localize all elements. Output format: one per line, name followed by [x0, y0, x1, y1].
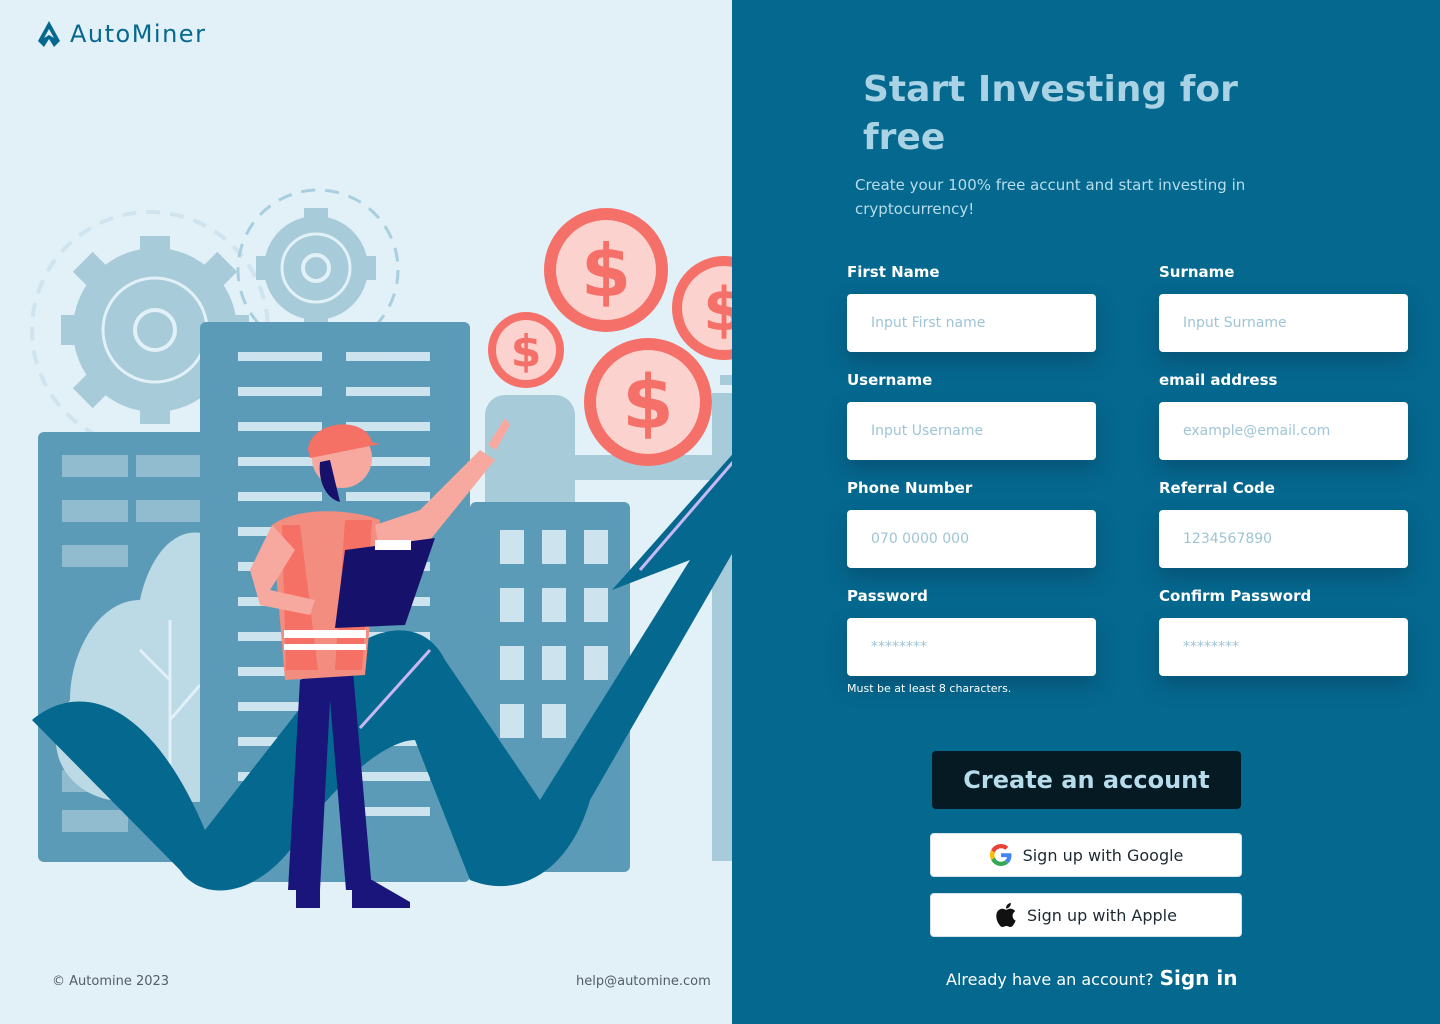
svg-text:$: $	[581, 229, 631, 313]
dollar-coin-icon: $	[488, 312, 564, 388]
password-label: Password	[847, 587, 928, 605]
logo-icon	[38, 21, 60, 47]
phone-label: Phone Number	[847, 479, 973, 497]
password-hint: Must be at least 8 characters.	[847, 682, 1012, 695]
google-signup-button[interactable]: Sign up with Google	[930, 833, 1242, 877]
username-label: Username	[847, 371, 933, 389]
brand-name: AutoMiner	[70, 20, 207, 48]
username-input[interactable]	[847, 402, 1096, 460]
gear-icon	[256, 208, 376, 328]
apple-icon	[996, 903, 1016, 927]
dollar-coin-icon: $	[544, 208, 668, 332]
page-title: Start Investing for free	[863, 69, 1238, 158]
signin-row: Already have an account? Sign in	[946, 966, 1237, 990]
confirm-password-input[interactable]	[1159, 618, 1408, 676]
google-signup-label: Sign up with Google	[1022, 845, 1184, 865]
apple-signup-label: Sign up with Apple	[1027, 905, 1177, 925]
referral-code-input[interactable]	[1159, 510, 1408, 568]
create-account-button[interactable]: Create an account	[932, 751, 1241, 809]
svg-text:$: $	[622, 360, 674, 446]
investor-illustration: $ $ $ $	[30, 188, 798, 908]
page-subtitle: Create your 100% free accunt and start i…	[855, 176, 1246, 218]
first-name-input[interactable]	[847, 294, 1096, 352]
surname-label: Surname	[1159, 263, 1235, 281]
signin-link[interactable]: Sign in	[1160, 966, 1238, 990]
surname-input[interactable]	[1159, 294, 1408, 352]
brand-logo[interactable]: AutoMiner	[36, 20, 206, 48]
apple-signup-button[interactable]: Sign up with Apple	[930, 893, 1242, 937]
left-panel: AutoMiner $ $ $ $ © Automine 2023 help@a…	[0, 0, 798, 1024]
svg-text:$: $	[511, 326, 542, 377]
dollar-coin-icon: $	[584, 338, 712, 466]
first-name-label: First Name	[847, 263, 940, 281]
copyright-text: © Automine 2023	[52, 974, 170, 989]
signup-panel: Start Investing for free Create your 100…	[732, 0, 1440, 1024]
password-input[interactable]	[847, 618, 1096, 676]
email-field[interactable]	[1159, 402, 1408, 460]
google-icon	[989, 844, 1012, 866]
support-email-link[interactable]: help@automine.com	[576, 974, 711, 989]
phone-input[interactable]	[847, 510, 1096, 568]
referral-label: Referral Code	[1159, 479, 1275, 497]
confirm-password-label: Confirm Password	[1159, 587, 1312, 605]
signin-prompt: Already have an account?	[946, 970, 1154, 989]
email-label: email address	[1159, 371, 1278, 389]
